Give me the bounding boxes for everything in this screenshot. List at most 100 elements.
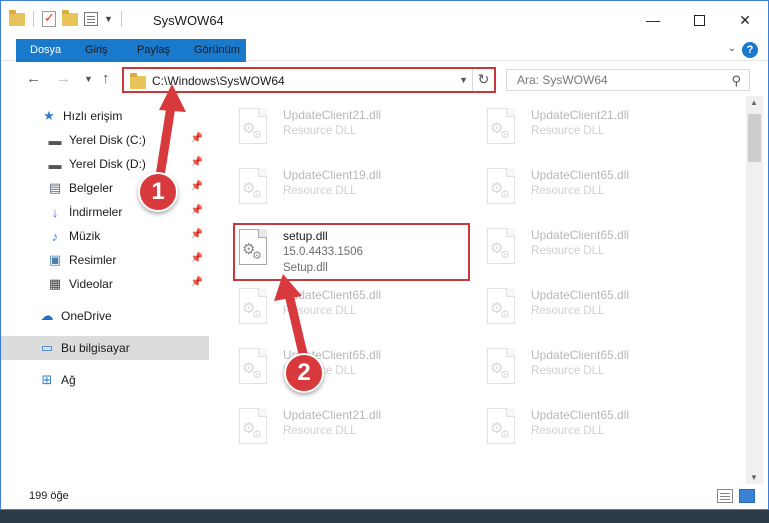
file-item[interactable]: ⚙⚙ UpdateClient65.dll Resource DLL	[235, 284, 465, 338]
sidebar-item-label: OneDrive	[61, 309, 112, 323]
address-path[interactable]: C:\Windows\SysWOW64	[152, 74, 285, 88]
file-item[interactable]: ⚙ ⚙ UpdateClient19.dll Resource DLL	[235, 164, 465, 218]
file-item[interactable]: ⚙⚙ UpdateClient65.dll Resource DLL	[483, 164, 713, 218]
pin-icon[interactable]: 📌	[191, 133, 203, 144]
dll-file-icon: ⚙ ⚙	[487, 108, 515, 144]
drive-icon: ▬	[48, 132, 62, 148]
file-item[interactable]: ⚙⚙ UpdateClient65.dll Resource DLL	[235, 344, 465, 398]
file-item[interactable]: ⚙ ⚙ UpdateClient21.dll Resource DLL	[235, 404, 465, 458]
file-item[interactable]: ⚙⚙ UpdateClient65.dll Resource DLL	[483, 344, 713, 398]
file-description: Resource DLL	[283, 125, 357, 137]
pin-icon[interactable]: 📌	[191, 277, 203, 288]
search-box[interactable]: Ara: SysWOW64 ⚲	[506, 69, 750, 91]
step-2-badge: 2	[284, 353, 324, 393]
dll-file-icon: ⚙ ⚙	[487, 168, 515, 204]
pictures-icon: ▣	[48, 252, 62, 267]
file-name: UpdateClient19.dll	[283, 168, 382, 182]
dll-file-icon: ⚙ ⚙	[239, 348, 267, 384]
pin-icon[interactable]: 📌	[191, 181, 203, 192]
cloud-icon: ☁	[40, 308, 54, 323]
status-bar: 199 öğe	[1, 484, 768, 509]
dll-file-icon: ⚙ ⚙	[487, 408, 515, 444]
dll-file-icon: ⚙ ⚙	[239, 288, 267, 324]
vertical-scrollbar[interactable]: ▲ ▼	[746, 96, 763, 484]
sidebar-item-documents[interactable]: ▤ Belgeler 📌	[1, 176, 209, 200]
scroll-up-icon[interactable]: ▲	[750, 98, 758, 107]
star-icon: ★	[43, 108, 55, 123]
up-arrow-icon[interactable]: ↑	[102, 70, 110, 87]
tab-share[interactable]: Paylaş	[125, 39, 182, 61]
dll-file-icon: ⚙ ⚙	[239, 108, 267, 144]
pin-icon[interactable]: 📌	[191, 253, 203, 264]
sidebar-item-network[interactable]: ⊞ Ağ	[1, 368, 209, 392]
ribbon-tabs: Dosya Giriş Paylaş Görünüm ⌄ ?	[1, 39, 768, 93]
sidebar-item-pictures[interactable]: ▣ Resimler 📌	[1, 248, 209, 272]
maximize-button[interactable]	[676, 1, 722, 39]
sidebar-item-label: Ağ	[61, 373, 76, 387]
file-description: Resource DLL	[283, 305, 357, 317]
search-icon[interactable]: ⚲	[731, 73, 741, 89]
navigation-bar: ← → ▼ ↑ C:\Windows\SysWOW64 ▼ ↻ Ara: Sys…	[1, 62, 768, 96]
file-item[interactable]: ⚙ ⚙ UpdateClient21.dll Resource DLL	[483, 104, 713, 158]
tiles-view-icon[interactable]	[739, 489, 755, 503]
quick-access-toolbar: ▼	[9, 9, 124, 27]
title-bar: ▼ SysWOW64 — ✕	[1, 1, 768, 39]
search-placeholder[interactable]: Ara: SysWOW64	[517, 73, 608, 87]
file-item[interactable]: ⚙⚙ UpdateClient65.dll Resource DLL	[483, 404, 713, 458]
computer-icon: ▭	[40, 340, 54, 355]
sidebar-item-label: Yerel Disk (D:)	[69, 157, 146, 171]
qat-dropdown-icon[interactable]: ▼	[104, 14, 113, 24]
scroll-down-icon[interactable]: ▼	[750, 473, 758, 482]
pin-icon[interactable]: 📌	[191, 157, 203, 168]
folder-icon	[130, 73, 146, 89]
sidebar-item-disk-c[interactable]: ▬ Yerel Disk (C:) 📌	[1, 128, 209, 152]
window-title: SysWOW64	[153, 13, 224, 28]
refresh-icon[interactable]: ↻	[472, 69, 494, 91]
file-list: ⚙ ⚙ UpdateClient21.dll Resource DLL ⚙ ⚙ Up…	[211, 96, 745, 484]
minimize-button[interactable]: —	[630, 1, 676, 39]
sidebar-item-quick-access[interactable]: ★ Hızlı erişim	[1, 104, 209, 128]
dll-file-icon: ⚙ ⚙	[239, 168, 267, 204]
help-icon[interactable]: ?	[742, 42, 758, 58]
navigation-pane: ★ Hızlı erişim ▬ Yerel Disk (C:) 📌 ▬ Yer…	[1, 96, 209, 484]
address-bar[interactable]: C:\Windows\SysWOW64 ▼ ↻	[122, 67, 496, 93]
forward-arrow-icon[interactable]: →	[56, 70, 71, 87]
tab-view[interactable]: Görünüm	[182, 39, 252, 61]
address-dropdown-icon[interactable]: ▼	[459, 75, 468, 85]
pin-icon[interactable]: 📌	[191, 205, 203, 216]
properties-icon[interactable]	[84, 12, 98, 26]
file-name: UpdateClient65.dll	[531, 288, 630, 302]
new-folder-icon[interactable]	[62, 9, 78, 26]
sidebar-item-this-pc[interactable]: ▭ Bu bilgisayar	[1, 336, 209, 360]
documents-icon: ▤	[48, 180, 62, 195]
recent-locations-icon[interactable]: ▼	[84, 74, 93, 84]
sidebar-item-music[interactable]: ♪ Müzik 📌	[1, 224, 209, 248]
file-item[interactable]: ⚙⚙ UpdateClient65.dll Resource DLL	[483, 284, 713, 338]
file-name: UpdateClient65.dll	[531, 348, 630, 362]
file-item[interactable]: ⚙⚙ UpdateClient65.dll Resource DLL	[483, 224, 713, 278]
close-button[interactable]: ✕	[722, 1, 768, 39]
dll-file-icon: ⚙ ⚙	[239, 408, 267, 444]
download-icon: ↓	[51, 204, 59, 220]
file-name: UpdateClient65.dll	[531, 408, 630, 422]
sidebar-item-label: Belgeler	[69, 181, 114, 195]
file-description: Resource DLL	[531, 305, 605, 317]
sidebar-item-label: Videolar	[69, 277, 113, 291]
sidebar-item-videos[interactable]: ▦ Videolar 📌	[1, 272, 209, 296]
sidebar-item-disk-d[interactable]: ▬ Yerel Disk (D:) 📌	[1, 152, 209, 176]
sidebar-item-label: İndirmeler	[69, 205, 123, 219]
sidebar-item-downloads[interactable]: ↓ İndirmeler 📌	[1, 200, 209, 224]
drive-icon: ▬	[48, 156, 62, 172]
sidebar-item-onedrive[interactable]: ☁ OneDrive	[1, 304, 209, 328]
scrollbar-thumb[interactable]	[748, 114, 761, 162]
file-description: Resource DLL	[283, 185, 357, 197]
tab-home[interactable]: Giriş	[73, 39, 120, 61]
ribbon-expand-icon[interactable]: ⌄	[728, 43, 736, 54]
setup-dll-highlight	[233, 223, 470, 281]
file-item[interactable]: ⚙ ⚙ UpdateClient21.dll Resource DLL	[235, 104, 465, 158]
properties-check-icon[interactable]	[42, 10, 56, 27]
back-arrow-icon[interactable]: ←	[26, 70, 41, 87]
pin-icon[interactable]: 📌	[191, 229, 203, 240]
details-view-icon[interactable]	[717, 489, 733, 503]
sidebar-item-label: Yerel Disk (C:)	[69, 133, 146, 147]
